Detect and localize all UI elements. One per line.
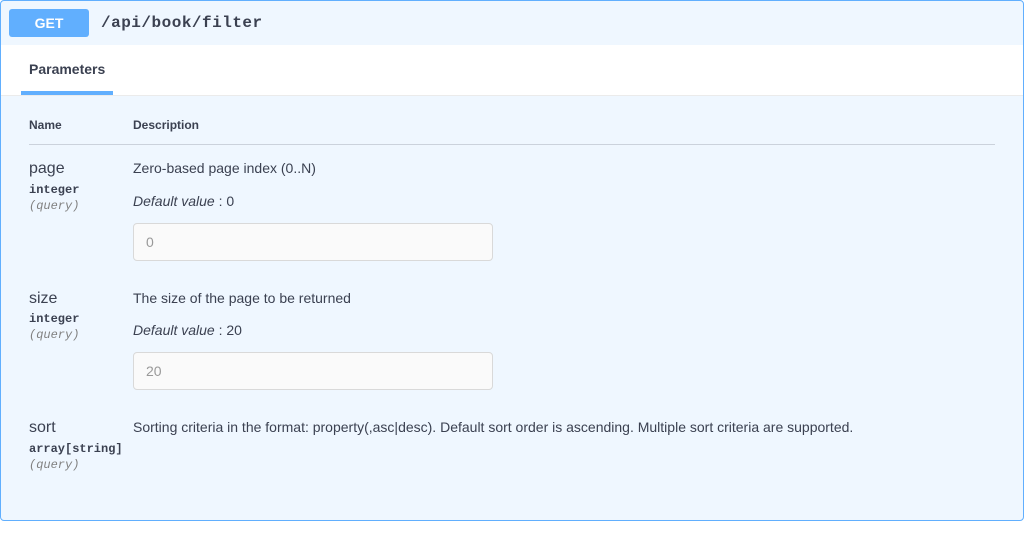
default-value-label: Default value (133, 322, 215, 338)
parameter-row: size integer (query) The size of the pag… (29, 289, 995, 391)
parameter-row: page integer (query) Zero-based page ind… (29, 159, 995, 261)
operation-block: GET /api/book/filter Parameters Name Des… (0, 0, 1024, 521)
tab-parameters[interactable]: Parameters (21, 45, 113, 95)
parameter-name: sort (29, 418, 133, 439)
parameters-section: Name Description page integer (query) Ze… (1, 96, 1023, 520)
tabs-container: Parameters (1, 45, 1023, 96)
parameters-table-header: Name Description (29, 116, 995, 145)
parameter-in: (query) (29, 328, 133, 342)
parameter-input-page[interactable] (133, 223, 493, 261)
parameter-name: size (29, 289, 133, 310)
parameter-type: integer (29, 183, 133, 197)
column-header-description: Description (133, 118, 199, 132)
parameter-name: page (29, 159, 133, 180)
default-value-label: Default value (133, 193, 215, 209)
column-header-name: Name (29, 118, 62, 132)
parameter-row: sort array[string] (query) Sorting crite… (29, 418, 995, 472)
parameter-in: (query) (29, 199, 133, 213)
http-method-badge: GET (9, 9, 89, 37)
parameter-type: array[string] (29, 442, 133, 456)
parameter-default: Default value : 0 (133, 193, 995, 209)
default-value-colon: : (215, 322, 227, 338)
parameter-input-size[interactable] (133, 352, 493, 390)
operation-summary[interactable]: GET /api/book/filter (1, 1, 1023, 45)
default-value-value: 0 (226, 193, 234, 209)
parameter-in: (query) (29, 458, 133, 472)
parameter-description: The size of the page to be returned (133, 289, 995, 309)
default-value-colon: : (215, 193, 227, 209)
parameter-description: Sorting criteria in the format: property… (133, 418, 995, 438)
parameter-type: integer (29, 312, 133, 326)
default-value-value: 20 (226, 322, 242, 338)
parameter-default: Default value : 20 (133, 322, 995, 338)
endpoint-path: /api/book/filter (101, 14, 263, 32)
parameter-description: Zero-based page index (0..N) (133, 159, 995, 179)
